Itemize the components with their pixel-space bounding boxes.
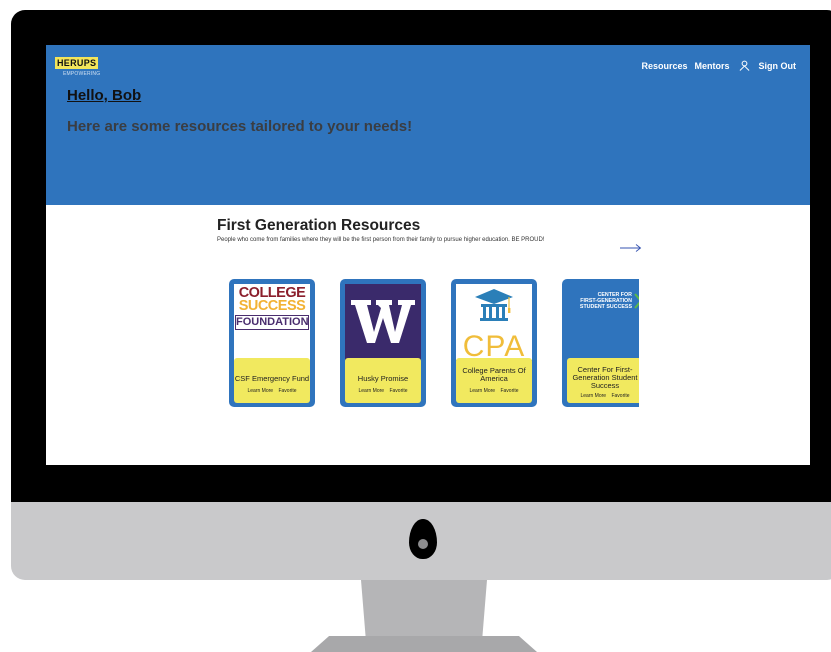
resource-card-csf[interactable]: COLLEGE SUCCESS FOUNDATION CSF Emergency… [229,279,315,407]
cpa-logo: CPA [456,284,532,360]
w-logo-icon [351,300,415,343]
section-description: People who come from families where they… [217,237,545,243]
logo-line: STUDENT SUCCESS [579,304,632,310]
favorite-link[interactable]: Favorite [500,388,518,394]
favorite-link[interactable]: Favorite [389,388,407,394]
learn-more-link[interactable]: Learn More [247,388,273,394]
card-info: Center For First-Generation Student Succ… [567,358,639,403]
monitor-stand [361,580,487,642]
card-title: CSF Emergency Fund [234,374,310,383]
card-info: College Parents Of America Learn More Fa… [456,358,532,403]
chevron-right-icon [634,293,639,309]
nav-resources[interactable]: Resources [641,61,687,71]
hero-banner: HERUPS EMPOWERING Resources Mentors Sign… [46,45,810,205]
uw-logo [345,284,421,360]
user-icon[interactable] [739,60,750,71]
resource-card-husky[interactable]: Husky Promise Learn More Favorite [340,279,426,407]
logo-main-text: HERUPS [55,57,99,69]
card-title: Center For First-Generation Student Succ… [572,365,638,390]
nav-mentors[interactable]: Mentors [694,61,729,71]
center-first-gen-logo: CENTER FOR FIRST-GENERATION STUDENT SUCC… [567,284,639,360]
hero-subtitle: Here are some resources tailored to your… [67,118,413,135]
section-title: First Generation Resources [217,217,421,234]
graduation-cap-icon [475,289,513,321]
camera-icon [409,519,437,559]
brand-logo[interactable]: HERUPS EMPOWERING [55,53,100,77]
resource-card-center-first-gen[interactable]: CENTER FOR FIRST-GENERATION STUDENT SUCC… [562,279,639,407]
card-title: College Parents Of America [462,366,526,383]
resource-card-cpa[interactable]: CPA College Parents Of America Learn Mor… [451,279,537,407]
logo-text: CENTER FOR FIRST-GENERATION STUDENT SUCC… [570,292,632,310]
learn-more-link[interactable]: Learn More [580,393,606,399]
logo-line: FOUNDATION [235,315,309,330]
monitor-stand-base [311,636,537,652]
nav-sign-out[interactable]: Sign Out [759,61,797,71]
app-screen: HERUPS EMPOWERING Resources Mentors Sign… [46,45,810,465]
favorite-link[interactable]: Favorite [278,388,296,394]
card-title: Husky Promise [357,374,409,383]
favorite-link[interactable]: Favorite [611,393,629,399]
learn-more-link[interactable]: Learn More [358,388,384,394]
arrow-right-icon[interactable] [620,243,642,253]
card-clip-region: CENTER FOR FIRST-GENERATION STUDENT SUCC… [562,279,639,419]
logo-sub-text: EMPOWERING [63,71,101,77]
csf-logo: COLLEGE SUCCESS FOUNDATION [234,284,310,363]
greeting: Hello, Bob [67,87,142,104]
logo-line: SUCCESS [238,298,306,314]
cpa-logo-text: CPA [462,330,526,360]
top-nav: Resources Mentors Sign Out [634,60,796,71]
card-info: CSF Emergency Fund Learn More Favorite [234,358,310,403]
card-info: Husky Promise Learn More Favorite [345,358,421,403]
learn-more-link[interactable]: Learn More [469,388,495,394]
